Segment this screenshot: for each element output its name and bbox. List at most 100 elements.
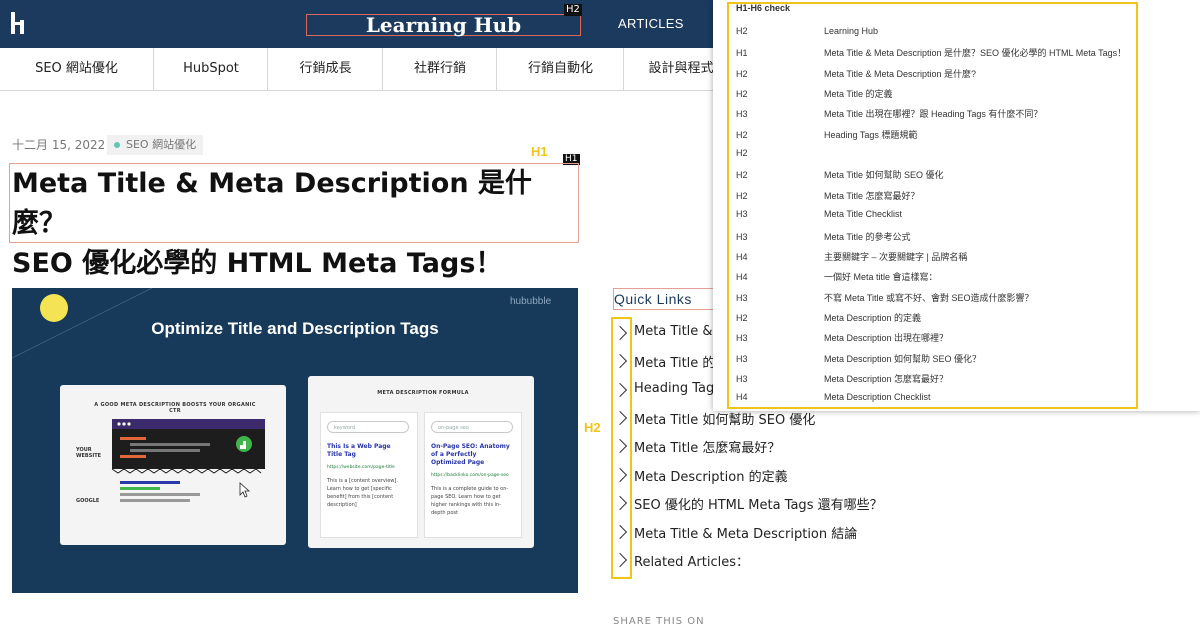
ctr-card-caption: A GOOD META DESCRIPTION BOOSTS YOUR ORGA…	[94, 402, 256, 414]
quick-link-item[interactable]: Meta Description 的定義	[634, 466, 788, 485]
post-title: Meta Title & Meta Description 是什麼？ SEO 優…	[9, 163, 579, 279]
browser-illustration	[111, 419, 265, 502]
heading-text: Meta Title 的參考公式	[824, 232, 911, 242]
serp-search-right: on-page seo	[431, 421, 513, 433]
heading-check-row: H2 Heading Tags 標題規範	[736, 128, 917, 141]
heading-text: 主要關鍵字 – 次要關鍵字 | 品牌名稱	[824, 252, 968, 262]
heading-check-row: H4 Meta Description Checklist	[736, 392, 931, 402]
heading-text: Meta Title 怎麼寫最好？	[824, 191, 920, 201]
hero-image: hububble Optimize Title and Description …	[12, 288, 578, 593]
heading-level: H4	[736, 392, 748, 402]
heading-level: H3	[736, 109, 748, 119]
heading-check-row: H3 不寫 Meta Title 或寫不好、會對 SEO造成什麼影響？	[736, 291, 1034, 304]
heading-level: H2	[736, 313, 748, 323]
quick-link-item[interactable]: SEO 優化的 HTML Meta Tags 還有哪些？	[634, 494, 883, 513]
heading-check-row: H3 Meta Title Checklist	[736, 209, 902, 219]
quick-link-item[interactable]: Meta Title & Meta Description 結論	[634, 523, 857, 542]
heading-text: Meta Description 如何幫助 SEO 優化？	[824, 354, 982, 364]
heading-level: H3	[736, 333, 748, 343]
heading-level: H3	[736, 293, 748, 303]
heading-check-row: H2 Meta Title & Meta Description 是什麼?	[736, 67, 976, 80]
heading-check-row: H3 Meta Description 怎麼寫最好？	[736, 372, 948, 385]
heading-level: H2	[736, 148, 748, 158]
serp-title-left: This Is a Web Page Title Tag	[327, 443, 391, 458]
heading-text: Meta Description 怎麼寫最好？	[824, 374, 949, 384]
heading-text: Meta Title & Meta Description 是什麼？SEO 優化…	[824, 48, 1127, 58]
serp-desc-right: This is a complete guide to on-page SEO.…	[431, 486, 509, 516]
heading-level: H2	[736, 69, 748, 79]
category-social[interactable]: 社群行銷	[382, 48, 497, 90]
heading-level: H2	[736, 191, 748, 201]
heading-check-row: H2 Meta Title 怎麼寫最好？	[736, 189, 920, 202]
post-category-label: SEO 網站優化	[126, 138, 197, 151]
category-automation[interactable]: 行銷自動化	[496, 48, 624, 90]
heading-check-row: H2 Meta Title 的定義	[736, 87, 893, 100]
heading-tag-badge: H2	[564, 4, 582, 16]
serp-title-right: On-Page SEO: Anatomy of a Perfectly Opti…	[431, 443, 510, 466]
heading-level: H2	[736, 170, 748, 180]
quick-link-item[interactable]: Related Articles：	[634, 551, 749, 570]
heading-level: H3	[736, 209, 748, 219]
hero-brand: hububble	[510, 296, 552, 307]
category-dot-icon	[114, 142, 120, 148]
serp-example-left: keyword This Is a Web Page Title Tag htt…	[320, 412, 418, 538]
h2-annotation: H2	[584, 420, 601, 435]
heading-check-row: H2	[736, 148, 824, 158]
category-hubspot[interactable]: HubSpot	[153, 48, 268, 90]
heading-level: H2	[736, 89, 748, 99]
hububble-logo-icon[interactable]	[10, 12, 26, 34]
post-date: 十二月 15, 2022	[12, 138, 106, 152]
heading-text: Meta Description Checklist	[824, 392, 931, 402]
heading-check-row: H1 Meta Title & Meta Description 是什麼？SEO …	[736, 46, 1126, 59]
heading-check-row: H3 Meta Title 出現在哪裡？跟 Heading Tags 有什麼不同？	[736, 107, 1042, 120]
quick-link-item[interactable]: Meta Title 如何幫助 SEO 優化	[634, 409, 815, 428]
post-category-tag[interactable]: SEO 網站優化	[107, 135, 204, 155]
heading-level: H3	[736, 354, 748, 364]
heading-level: H3	[736, 374, 748, 384]
heading-text: Meta Title 出現在哪裡？跟 Heading Tags 有什麼不同？	[824, 109, 1043, 119]
heading-check-row: H2 Learning Hub	[736, 26, 878, 36]
heading-text: Meta Description 的定義	[824, 313, 922, 323]
heading-level: H4	[736, 272, 748, 282]
heading-check-row: H2 Meta Title 如何幫助 SEO 優化	[736, 168, 944, 181]
heading-text: Meta Title 如何幫助 SEO 優化	[824, 170, 944, 180]
heading-check-row: H3 Meta Description 如何幫助 SEO 優化？	[736, 352, 981, 365]
heading-check-row: H3 Meta Description 出現在哪裡？	[736, 331, 948, 344]
serp-desc-left: This is a [content overview]. Learn how …	[327, 478, 398, 508]
heading-text: Meta Description 出現在哪裡？	[824, 333, 949, 343]
heading-text: Meta Title & Meta Description 是什麼?	[824, 69, 977, 79]
heading-text: 不寫 Meta Title 或寫不好、會對 SEO造成什麼影響？	[824, 293, 1034, 303]
h1-annotation: H1	[531, 144, 548, 159]
ctr-card: A GOOD META DESCRIPTION BOOSTS YOUR ORGA…	[60, 385, 286, 545]
formula-card-caption: META DESCRIPTION FORMULA	[377, 390, 469, 396]
serp-url-left: https://website.com/page-title	[327, 465, 395, 470]
heading-check-row: H4 一個好 Meta title 會這樣寫：	[736, 270, 938, 283]
heading-text: Meta Title Checklist	[824, 209, 903, 219]
quick-link-item[interactable]: Heading Tags	[634, 381, 721, 396]
heading-text: Meta Title 的定義	[824, 89, 893, 99]
sun-circle-icon	[40, 294, 68, 322]
heading-text: Heading Tags 標題規範	[824, 130, 918, 140]
heading-check-row: H4 主要關鍵字 – 次要關鍵字 | 品牌名稱	[736, 250, 967, 263]
serp-example-right: on-page seo On-Page SEO: Anatomy of a Pe…	[424, 412, 522, 538]
heading-level: H2	[736, 26, 748, 36]
heading-text: Learning Hub	[824, 26, 879, 36]
hero-title: Optimize Title and Description Tags	[151, 319, 439, 338]
serp-url-right: https://backlinko.com/on-page-seo	[431, 473, 509, 478]
serp-search-left: keyword	[327, 421, 409, 433]
heading-level: H3	[736, 232, 748, 242]
heading-check-row: H2 Meta Description 的定義	[736, 311, 921, 324]
share-label: SHARE THIS ON	[613, 616, 705, 627]
heading-text: 一個好 Meta title 會這樣寫：	[824, 272, 938, 282]
heading-check-highlight	[727, 2, 1138, 409]
category-growth[interactable]: 行銷成長	[267, 48, 383, 90]
site-title[interactable]: Learning Hub	[306, 14, 581, 36]
quick-links-title: Quick Links	[613, 288, 715, 310]
quick-link-item[interactable]: Meta Title 怎麼寫最好？	[634, 437, 780, 456]
heading-level: H2	[736, 130, 748, 140]
heading-check-title: H1-H6 check	[736, 3, 791, 13]
category-seo[interactable]: SEO 網站優化	[0, 48, 153, 90]
nav-articles-link[interactable]: ARTICLES	[618, 16, 684, 31]
google-label: GOOGLE	[76, 498, 100, 504]
heading-level: H1	[736, 48, 748, 58]
